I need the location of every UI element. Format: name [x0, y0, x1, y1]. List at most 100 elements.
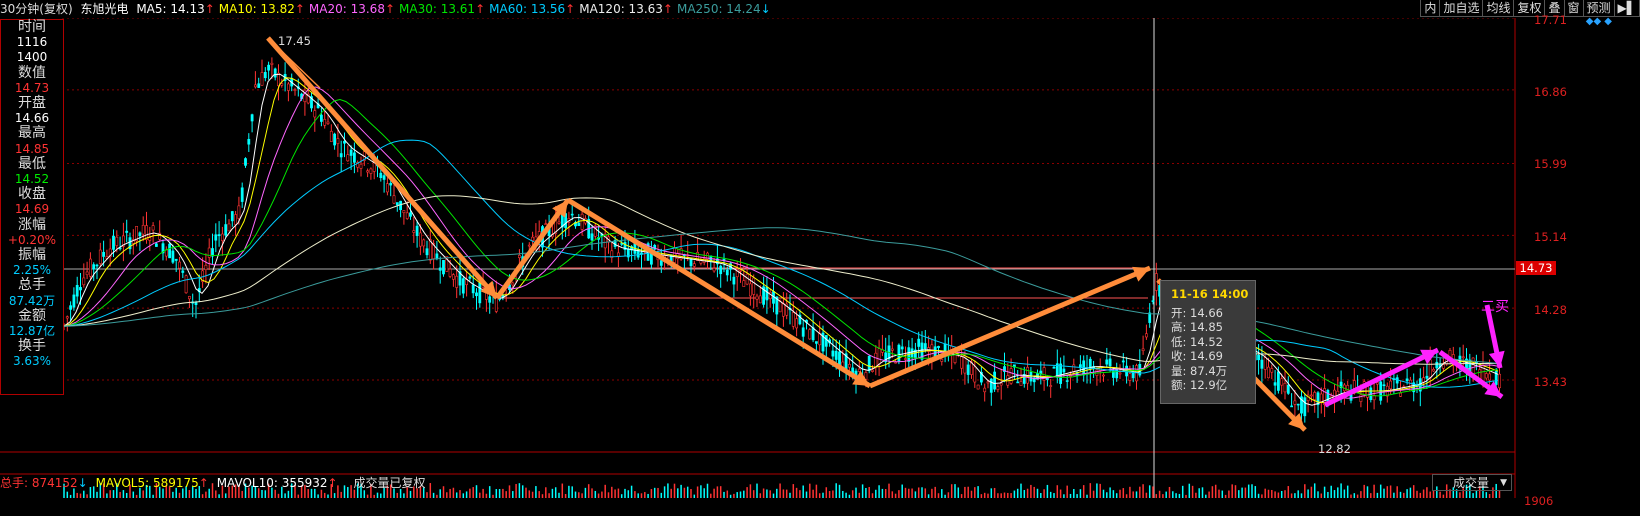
info-label: 收盘 [18, 186, 46, 203]
candle-body [263, 72, 267, 79]
candle-body [1270, 368, 1274, 373]
candle-body [1257, 354, 1261, 361]
info-value: 1116 [16, 35, 48, 50]
candle-body [346, 154, 350, 162]
candle-body [1428, 359, 1432, 379]
candle-body [425, 248, 429, 256]
candle-body [260, 72, 264, 86]
candle-body [570, 213, 574, 216]
candle-body [475, 292, 478, 297]
candle-body [719, 265, 723, 275]
candle-body [65, 316, 69, 319]
candle-body [989, 378, 993, 393]
candle-body [1128, 373, 1132, 381]
candle-body [395, 202, 399, 206]
candle-body [1263, 357, 1267, 370]
info-value: 14.69 [14, 202, 50, 217]
candle-body [659, 260, 663, 266]
candle-body [517, 254, 521, 258]
candlestick-chart[interactable] [0, 18, 1640, 516]
candle-body [1389, 380, 1393, 390]
candle-body [389, 182, 393, 186]
candle-body [877, 348, 881, 365]
candle-body [937, 346, 940, 348]
ma-legend: MA5: 14.13↑ MA10: 13.82↑ MA20: 13.68↑ MA30:… [136, 2, 774, 16]
candle-body [448, 268, 452, 277]
candle-body [369, 168, 373, 174]
candle-body [993, 371, 997, 390]
candle-body [230, 211, 234, 222]
candle-body [379, 172, 383, 179]
period-label[interactable]: 30分钟(复权) [0, 2, 73, 16]
candle-body [326, 121, 330, 124]
candle-body [725, 269, 729, 276]
mavol5-value: MAVOL5: 589175↑ [95, 476, 209, 490]
candle-body [333, 133, 337, 146]
indicator-dropdown[interactable]: 成交量 ▼ [1432, 474, 1512, 491]
info-label: 总手 [18, 277, 46, 294]
candle-body [1471, 357, 1475, 375]
candle-body [174, 258, 178, 261]
ma-trend-arrow: ↓ [760, 2, 771, 16]
candle-body [244, 158, 247, 166]
candle-body [184, 275, 188, 294]
ma-legend-item: MA60: 13.56 [489, 2, 566, 16]
ma-trend-arrow: ↑ [204, 2, 215, 16]
candle-body [273, 68, 277, 78]
candle-body [1131, 372, 1135, 379]
candle-body [102, 251, 106, 257]
candle-body [138, 232, 142, 237]
candle-body [996, 386, 1000, 390]
candle-body [1484, 373, 1488, 379]
candle-body [72, 294, 76, 308]
candle-body [267, 64, 271, 71]
candle-body [1310, 394, 1313, 397]
current-price-label: 14.73 [1516, 261, 1556, 275]
toolbar-button[interactable]: 加自选 [1439, 0, 1484, 17]
candle-body [69, 305, 73, 310]
candle-body [79, 287, 82, 291]
toolbar-button[interactable]: 均线 [1482, 0, 1515, 17]
candle-body [943, 343, 947, 352]
candle-body [531, 236, 535, 241]
candle-body [224, 224, 228, 236]
candle-body [1498, 373, 1501, 389]
candle-body [155, 243, 158, 247]
tooltip-row: 量: 87.4万 [1171, 363, 1228, 378]
candle-body [1277, 371, 1280, 391]
info-value: +0.20% [7, 232, 57, 247]
candle-body [405, 212, 409, 219]
mavol10-value: MAVOL10: 355932↑ [216, 476, 338, 490]
candle-body [1273, 382, 1277, 386]
candle-body [1290, 405, 1294, 408]
tooltip-row: 额: 12.9亿 [1171, 378, 1228, 392]
info-label: 涨幅 [18, 216, 46, 233]
candle-body [712, 268, 716, 272]
ma250-line [63, 227, 1499, 364]
price-axis-label: 13.43 [1534, 375, 1567, 389]
candle-body [791, 312, 795, 327]
candle-body [874, 352, 878, 368]
candle-body [250, 114, 254, 122]
candle-body [366, 170, 370, 173]
candle-body [171, 250, 175, 263]
candle-body [781, 303, 785, 317]
candle-body [207, 247, 211, 258]
info-label: 换手 [18, 338, 46, 355]
candle-body [125, 230, 129, 233]
candle-body [468, 276, 472, 279]
candle-body [422, 239, 426, 247]
candle-body [527, 244, 531, 247]
candle-body [181, 270, 185, 273]
toolbar-button[interactable]: 内 [1420, 0, 1441, 17]
candle-body [1293, 400, 1297, 405]
candle-body [214, 234, 218, 241]
candle-body [904, 358, 907, 360]
quote-info-panel: 时间 1116 1400 数值 14.73 开盘 14.66 最高 14.85 最低 14.52 收盘… [0, 19, 64, 395]
info-value: 14.73 [14, 80, 50, 95]
candle-body [339, 153, 343, 158]
candle-body [966, 364, 970, 375]
candle-body [221, 233, 224, 242]
candle-body [188, 296, 191, 300]
candle-body [75, 284, 79, 297]
